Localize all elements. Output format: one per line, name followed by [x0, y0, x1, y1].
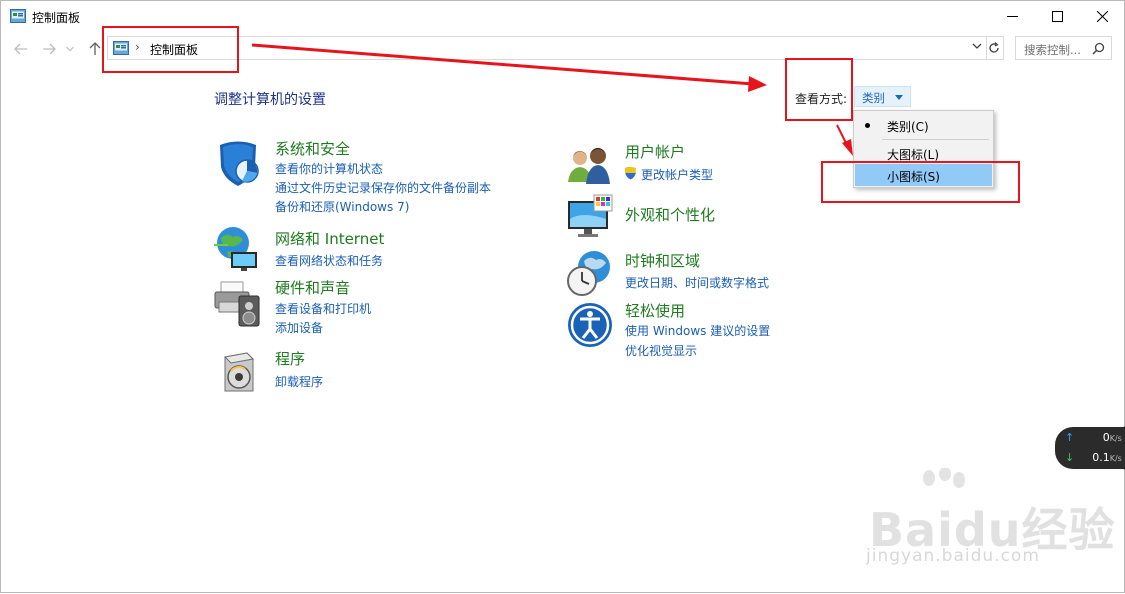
- upload-unit: K/s: [1109, 434, 1122, 443]
- upload-speed: ↑ 0K/s: [1065, 431, 1122, 444]
- upload-value: 0: [1102, 431, 1110, 444]
- network-speed-widget[interactable]: ↑ 0K/s ↓ 0.1K/s: [1055, 427, 1125, 469]
- arrow-up-icon: ↑: [1065, 431, 1075, 444]
- arrow-down-icon: ↓: [1065, 451, 1075, 464]
- download-unit: K/s: [1109, 454, 1122, 463]
- watermark-url: jingyan.baidu.com: [866, 546, 1040, 566]
- download-value: 0.1: [1092, 451, 1110, 464]
- download-speed: ↓ 0.1K/s: [1065, 451, 1122, 464]
- control-panel-window: 控制面板 › 控制面板 搜索控制... 调整计算机的设置 查看方式: 类别 系统…: [0, 0, 1125, 593]
